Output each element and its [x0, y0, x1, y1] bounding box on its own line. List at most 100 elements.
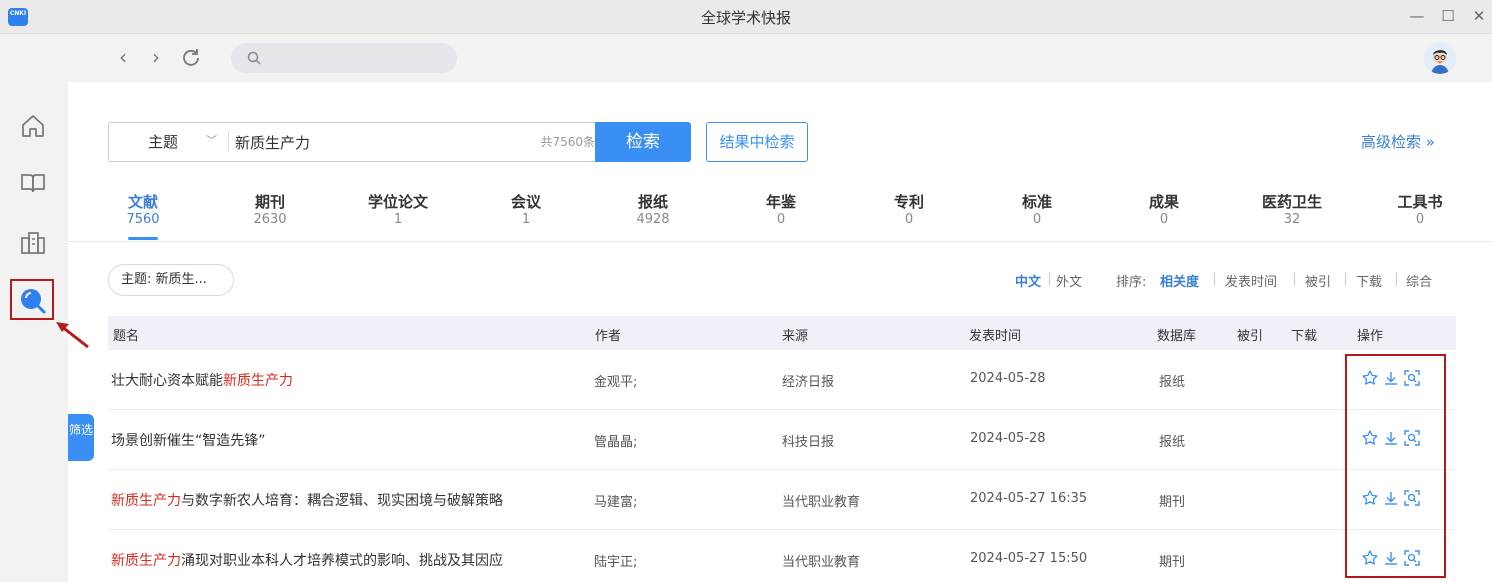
row-title-link[interactable]: 壮大耐心资本赋能新质生产力 — [111, 370, 293, 390]
left-sidebar — [0, 82, 89, 582]
row-database: 期刊 — [1159, 555, 1186, 570]
minimize-icon[interactable]: — — [1404, 4, 1430, 28]
table-header: 题名 作者 来源 发表时间 数据库 被引 下载 操作 — [108, 316, 1456, 350]
title-highlight: 新质生产力 — [223, 373, 293, 389]
db-tab-label: 期刊 — [254, 193, 285, 211]
db-tab-label: 工具书 — [1397, 193, 1443, 211]
db-tab[interactable]: 文献 7560 — [88, 191, 198, 227]
sort-downloads[interactable]: 下载 — [1356, 271, 1382, 290]
col-author[interactable]: 作者 — [595, 325, 621, 344]
row-title-link[interactable]: 新质生产力涌现对职业本科人才培养模式的影响、挑战及其因应 — [111, 550, 503, 570]
row-date: 2024-05-28 — [970, 431, 1046, 446]
db-tab-count: 1 — [393, 212, 403, 227]
db-tab-count: 2630 — [253, 212, 287, 227]
sort-citations[interactable]: 被引 — [1305, 271, 1331, 290]
browser-toolbar: ‹ › — [0, 34, 1492, 82]
db-tab[interactable]: 会议 1 — [471, 191, 581, 227]
lang-foreign[interactable]: 外文 — [1056, 271, 1082, 290]
title-highlight: 新质生产力 — [111, 553, 181, 569]
row-author[interactable]: 管晶晶; — [594, 431, 637, 450]
lang-chinese[interactable]: 中文 — [1015, 271, 1041, 290]
title-text: 场景创新催生“智造先锋” — [111, 433, 266, 449]
annotation-arrow-icon — [56, 322, 89, 349]
db-tab-count: 7560 — [126, 212, 160, 227]
address-bar[interactable] — [231, 43, 457, 73]
row-database: 报纸 — [1159, 375, 1186, 390]
sort-date[interactable]: 发表时间 — [1225, 271, 1277, 290]
db-tab[interactable]: 年鉴 0 — [726, 191, 836, 227]
title-highlight: 新质生产力 — [111, 493, 181, 509]
col-citations[interactable]: 被引 — [1237, 325, 1263, 344]
row-author[interactable]: 金观平; — [594, 371, 637, 390]
row-date: 2024-05-28 — [970, 371, 1046, 386]
row-title-link[interactable]: 新质生产力与数字新农人培育：耦合逻辑、现实困境与破解策略 — [111, 490, 503, 510]
row-source[interactable]: 科技日报 — [782, 431, 834, 450]
db-tab[interactable]: 学位论文 1 — [343, 191, 453, 227]
sort-composite[interactable]: 综合 — [1406, 271, 1432, 290]
search-input[interactable] — [235, 123, 535, 161]
title-bar: CNKI 全球学术快报 — ☐ ✕ — [0, 0, 1492, 34]
db-tab[interactable]: 期刊 2630 — [215, 191, 325, 227]
annotation-box — [10, 279, 54, 320]
db-tab[interactable]: 报纸 4928 — [598, 191, 708, 227]
window-title: 全球学术快报 — [700, 9, 791, 27]
avatar[interactable] — [1424, 42, 1456, 74]
chevron-down-icon[interactable]: ﹀ — [206, 123, 217, 159]
filter-chip[interactable]: 主题: 新质生... — [108, 264, 234, 296]
back-icon[interactable]: ‹ — [110, 44, 136, 70]
col-source[interactable]: 来源 — [782, 325, 808, 344]
db-tab-count: 32 — [1283, 212, 1301, 227]
row-title-link[interactable]: 场景创新催生“智造先锋” — [111, 430, 266, 450]
forward-icon[interactable]: › — [143, 44, 169, 70]
db-tab-count: 4928 — [636, 212, 670, 227]
db-tab-count: 0 — [1415, 212, 1425, 227]
row-author[interactable]: 陆宇正; — [594, 551, 637, 570]
col-database[interactable]: 数据库 — [1157, 325, 1196, 344]
row-date: 2024-05-27 15:50 — [970, 551, 1088, 566]
table-row: 壮大耐心资本赋能新质生产力 金观平; 经济日报 2024-05-28 报纸 — [108, 350, 1456, 410]
home-icon[interactable] — [18, 111, 48, 141]
divider — [228, 132, 229, 152]
row-source[interactable]: 当代职业教育 — [782, 491, 860, 510]
active-tab-indicator — [128, 237, 158, 240]
book-icon[interactable] — [18, 168, 48, 198]
library-icon[interactable] — [18, 228, 48, 258]
db-tab[interactable]: 工具书 0 — [1365, 191, 1475, 227]
table-row: 场景创新催生“智造先锋” 管晶晶; 科技日报 2024-05-28 报纸 — [108, 410, 1456, 470]
close-icon[interactable]: ✕ — [1466, 4, 1492, 28]
db-tab[interactable]: 成果 0 — [1109, 191, 1219, 227]
divider — [1214, 273, 1215, 286]
filter-toggle-tab[interactable]: 筛选 — [68, 414, 94, 461]
row-database: 报纸 — [1159, 435, 1186, 450]
row-author[interactable]: 马建富; — [594, 491, 637, 510]
maximize-icon[interactable]: ☐ — [1435, 4, 1461, 28]
search-button[interactable]: 检索 — [595, 122, 691, 162]
row-date: 2024-05-27 16:35 — [970, 491, 1088, 506]
db-tab-label: 年鉴 — [765, 193, 796, 211]
db-tab[interactable]: 标准 0 — [982, 191, 1092, 227]
advanced-search-link[interactable]: 高级检索 » — [1361, 131, 1435, 152]
sort-relevance[interactable]: 相关度 — [1160, 271, 1199, 290]
search-box: 主题 ﹀ 共7560条 检索 — [108, 122, 691, 162]
row-source[interactable]: 经济日报 — [782, 371, 834, 390]
refine-search-button[interactable]: 结果中检索 — [706, 122, 808, 162]
db-tab-label: 标准 — [1021, 193, 1052, 211]
table-row: 新质生产力与数字新农人培育：耦合逻辑、现实困境与破解策略 马建富; 当代职业教育 20… — [108, 470, 1456, 530]
db-tab-count: 0 — [776, 212, 786, 227]
db-tab-count: 0 — [1159, 212, 1169, 227]
db-tab-count: 1 — [521, 212, 531, 227]
divider — [1049, 273, 1050, 286]
db-tab-label: 文献 — [127, 193, 158, 211]
refresh-icon[interactable] — [178, 44, 204, 70]
col-title[interactable]: 题名 — [113, 325, 139, 344]
result-count: 共7560条 — [540, 135, 595, 149]
col-downloads[interactable]: 下载 — [1291, 325, 1317, 344]
col-date[interactable]: 发表时间 — [969, 325, 1021, 344]
row-source[interactable]: 当代职业教育 — [782, 551, 860, 570]
divider — [1396, 273, 1397, 286]
db-tab[interactable]: 医药卫生 32 — [1237, 191, 1347, 227]
db-tab-label: 报纸 — [637, 193, 668, 211]
divider — [68, 241, 1492, 242]
db-tab-label: 成果 — [1148, 193, 1179, 211]
db-tab[interactable]: 专利 0 — [854, 191, 964, 227]
